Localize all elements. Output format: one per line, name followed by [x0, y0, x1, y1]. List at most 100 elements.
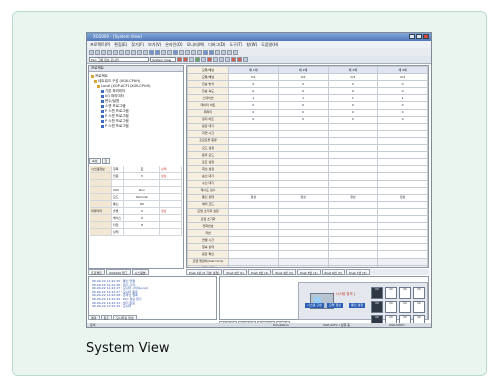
undo-icon[interactable]	[131, 49, 136, 55]
grid-cell[interactable]	[377, 151, 428, 160]
monitor-start-icon[interactable]	[173, 49, 178, 55]
module-slot[interactable]: I/O	[413, 287, 425, 299]
module-tab[interactable]: Pnet 2번 (1)	[223, 269, 247, 275]
menu-item[interactable]: 편집(E)	[114, 41, 127, 48]
clear-icon[interactable]	[243, 57, 248, 62]
grid-cell[interactable]	[327, 129, 379, 138]
grid-cell[interactable]: 0	[228, 108, 279, 117]
grid-cell[interactable]	[327, 243, 379, 252]
grid-cell[interactable]: 1	[377, 94, 428, 103]
grid-cell[interactable]	[327, 186, 379, 195]
module-slot[interactable]: I/O	[371, 287, 383, 299]
save-icon[interactable]	[101, 49, 106, 55]
property-value[interactable]: 0	[124, 208, 160, 214]
grid-cell[interactable]	[377, 179, 428, 188]
property-value[interactable]: 값	[124, 166, 160, 172]
tree-node[interactable]: P 스캔 프로그램	[101, 119, 129, 123]
grid-cell[interactable]	[327, 214, 379, 224]
zoom-out-icon[interactable]	[221, 49, 226, 55]
property-value[interactable]	[124, 180, 160, 186]
write-icon[interactable]	[167, 49, 172, 55]
grid-cell[interactable]: 0	[277, 101, 329, 110]
tree-node[interactable]: 네트워크 구성 (XGK-CPUH)	[94, 79, 140, 83]
grid-cell[interactable]	[228, 250, 279, 259]
grid-cell[interactable]	[377, 250, 428, 259]
grid-cell[interactable]: 0	[327, 80, 379, 89]
grid-cell[interactable]	[228, 264, 279, 267]
grid-cell[interactable]	[228, 158, 279, 167]
open-file-icon[interactable]	[95, 49, 100, 55]
grid-cell[interactable]: 정상	[228, 193, 279, 202]
grid-cell[interactable]	[228, 229, 279, 238]
grid-cell[interactable]	[327, 264, 379, 267]
grid-cell[interactable]	[377, 229, 428, 238]
grid-cell[interactable]	[377, 243, 428, 252]
grid-cell[interactable]: 0	[327, 101, 379, 110]
grid-cell[interactable]	[377, 165, 428, 174]
grid-cell[interactable]	[277, 151, 329, 160]
grid-cell[interactable]	[228, 186, 279, 195]
monitor-button[interactable]: 모듈 정보	[327, 303, 343, 308]
grid-cell[interactable]	[277, 186, 329, 195]
help-icon[interactable]	[233, 49, 238, 55]
module-slot[interactable]: I/O	[385, 301, 397, 313]
grid-cell[interactable]: 0	[327, 87, 379, 96]
grid-cell[interactable]	[277, 250, 329, 259]
read-icon[interactable]	[161, 49, 166, 55]
module-slot[interactable]: I/O	[385, 287, 397, 299]
print-icon[interactable]	[107, 49, 112, 55]
grid-cell[interactable]: 1	[228, 94, 279, 103]
grid-cell[interactable]	[377, 222, 428, 231]
property-tab[interactable]: 값	[101, 158, 111, 164]
paste-icon[interactable]	[125, 49, 130, 55]
grid-cell[interactable]: 0/2	[277, 73, 329, 82]
tree-node[interactable]: Local (XGP-ACF1/XGK-CPUH)	[97, 84, 151, 88]
run-icon[interactable]	[191, 49, 196, 55]
grid-cell[interactable]	[228, 257, 279, 266]
grid-cell[interactable]	[228, 207, 279, 216]
grid-cell[interactable]	[228, 243, 279, 252]
grid-cell[interactable]	[327, 151, 379, 160]
tree-node[interactable]: P 스캔 프로그램	[101, 124, 129, 128]
grid-cell[interactable]	[377, 264, 428, 267]
menu-item[interactable]: 보기(V)	[148, 41, 161, 48]
grid-cell[interactable]: 0	[277, 108, 329, 117]
grid-cell[interactable]: 0	[327, 108, 379, 117]
grid-cell[interactable]	[327, 165, 379, 174]
grid-cell[interactable]: 0	[377, 101, 428, 110]
grid-cell[interactable]: 0	[377, 108, 428, 117]
grid-cell[interactable]	[377, 207, 428, 216]
list-icon[interactable]	[219, 57, 224, 62]
grid-cell[interactable]	[327, 179, 379, 188]
grid-cell[interactable]	[327, 257, 379, 266]
module-slot[interactable]: I/O	[371, 301, 383, 313]
grid-cell[interactable]	[377, 129, 428, 138]
grid-cell[interactable]	[277, 179, 329, 188]
table-icon[interactable]	[213, 57, 218, 62]
grid-cell[interactable]	[327, 236, 379, 245]
grid-cell[interactable]: 0	[228, 80, 279, 89]
disconnect-icon[interactable]	[155, 49, 160, 55]
zoom-in-icon[interactable]	[215, 49, 220, 55]
grid-cell[interactable]: 1	[277, 94, 329, 103]
close-icon[interactable]	[423, 34, 429, 39]
grid-cell[interactable]	[228, 179, 279, 188]
grid-cell[interactable]: 0/4	[377, 73, 428, 82]
grid-cell[interactable]	[228, 144, 279, 153]
module-tab[interactable]: Pnet 5번 (4)	[297, 269, 321, 275]
connect-icon[interactable]	[149, 49, 154, 55]
grid-cell[interactable]	[377, 158, 428, 167]
module-tab[interactable]: Pnet 1번 (0 기본 설정)	[186, 269, 223, 275]
window-icon[interactable]	[227, 49, 232, 55]
grid-cell[interactable]	[327, 158, 379, 167]
grid-cell[interactable]	[277, 158, 329, 167]
module-slot[interactable]: I/O	[413, 301, 425, 313]
module-tab[interactable]: Pnet 3번 (2)	[247, 269, 272, 275]
compile-icon[interactable]	[185, 49, 190, 55]
monitor-button[interactable]: 통신 설정	[349, 303, 365, 308]
log-tab[interactable]: 모니터링 정보	[113, 315, 137, 320]
grid-cell[interactable]	[228, 165, 279, 174]
grid-cell[interactable]	[228, 129, 279, 138]
grid-cell[interactable]	[277, 200, 329, 209]
tree-node[interactable]: P 스캔 프로그램	[101, 114, 129, 118]
